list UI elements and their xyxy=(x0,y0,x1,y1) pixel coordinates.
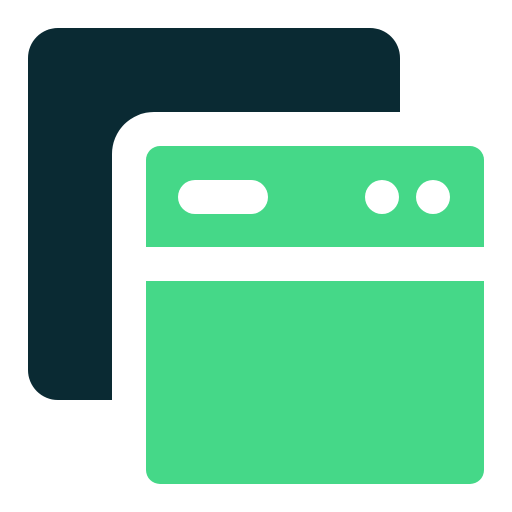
windows-graphic xyxy=(28,28,512,512)
window-control-dot xyxy=(365,180,399,214)
title-bar-pill xyxy=(178,180,268,214)
window-control-dot xyxy=(416,180,450,214)
title-bar-divider xyxy=(146,247,484,281)
multiple-windows-icon xyxy=(0,0,512,512)
